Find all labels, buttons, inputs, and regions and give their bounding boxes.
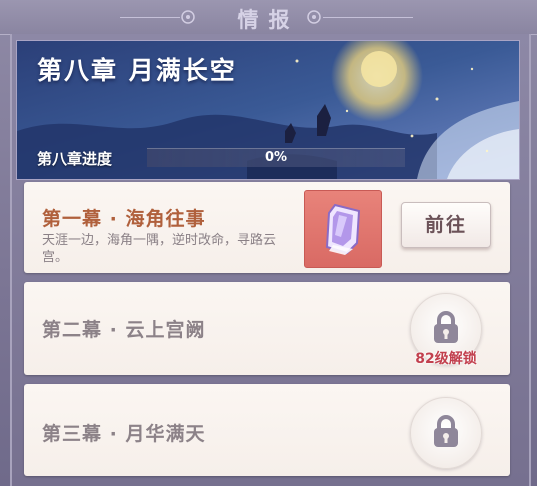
act-title: 第一幕 · 海角往事	[42, 208, 206, 230]
page-title: 情报	[237, 8, 300, 32]
lock-icon	[434, 415, 458, 447]
ornament-icon	[307, 10, 321, 24]
go-button[interactable]: 前往	[401, 202, 491, 248]
unlock-requirement: 82级解锁	[415, 351, 477, 367]
reward-item-slot[interactable]	[304, 190, 382, 268]
act-title: 第三幕 · 月华满天	[42, 423, 206, 445]
act-title: 第二幕 · 云上宫阙	[42, 319, 206, 341]
act-card-3[interactable]: 第三幕 · 月华满天	[24, 384, 510, 476]
purple-crystal-item-icon	[325, 203, 361, 255]
locked-button[interactable]	[410, 397, 482, 469]
chapter-progress-label: 第八章进度	[37, 150, 113, 168]
chapter-progress-value: 0%	[264, 150, 288, 165]
act-card-1[interactable]: 第一幕 · 海角往事 天涯一边，海角一隅，逆时改命，寻路云宫。 前往	[24, 182, 510, 273]
lock-icon	[434, 311, 458, 343]
chapter-title: 第八章 月满长空	[37, 56, 237, 85]
chapter-progress-bar: 0%	[147, 148, 405, 167]
header-divider-right	[323, 17, 413, 18]
act-card-2[interactable]: 第二幕 · 云上宫阙 82级解锁	[24, 282, 510, 375]
act-description: 天涯一边，海角一隅，逆时改命，寻路云宫。	[42, 233, 277, 265]
top-bar: 情报	[0, 0, 537, 35]
chapter-banner: 第八章 月满长空 第八章进度 0%	[16, 40, 520, 180]
